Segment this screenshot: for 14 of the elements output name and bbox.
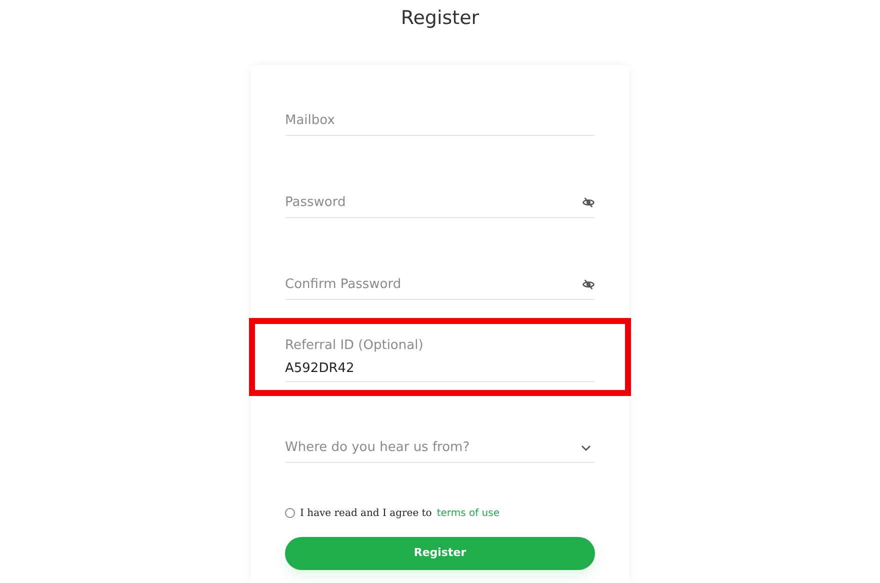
input-field[interactable]: Confirm Password — [285, 270, 582, 299]
input-field[interactable]: A592DR42 — [285, 356, 595, 382]
input-field[interactable]: Where do you hear us from? — [285, 433, 581, 462]
hide-password-icon[interactable] — [582, 279, 595, 290]
terms-link[interactable]: terms of use — [436, 506, 500, 520]
agree-checkbox[interactable] — [285, 508, 295, 518]
input-field[interactable]: Mailbox — [285, 106, 595, 135]
input-field[interactable]: Password — [285, 188, 582, 217]
page-title: Register — [400, 6, 480, 30]
chevron-down-icon[interactable] — [581, 444, 591, 450]
register-button[interactable]: Register — [285, 537, 595, 570]
hide-password-icon[interactable] — [582, 197, 595, 208]
agreement-text: I have read and I agree to — [300, 506, 432, 520]
field-label: Referral ID (Optional) — [285, 337, 424, 355]
